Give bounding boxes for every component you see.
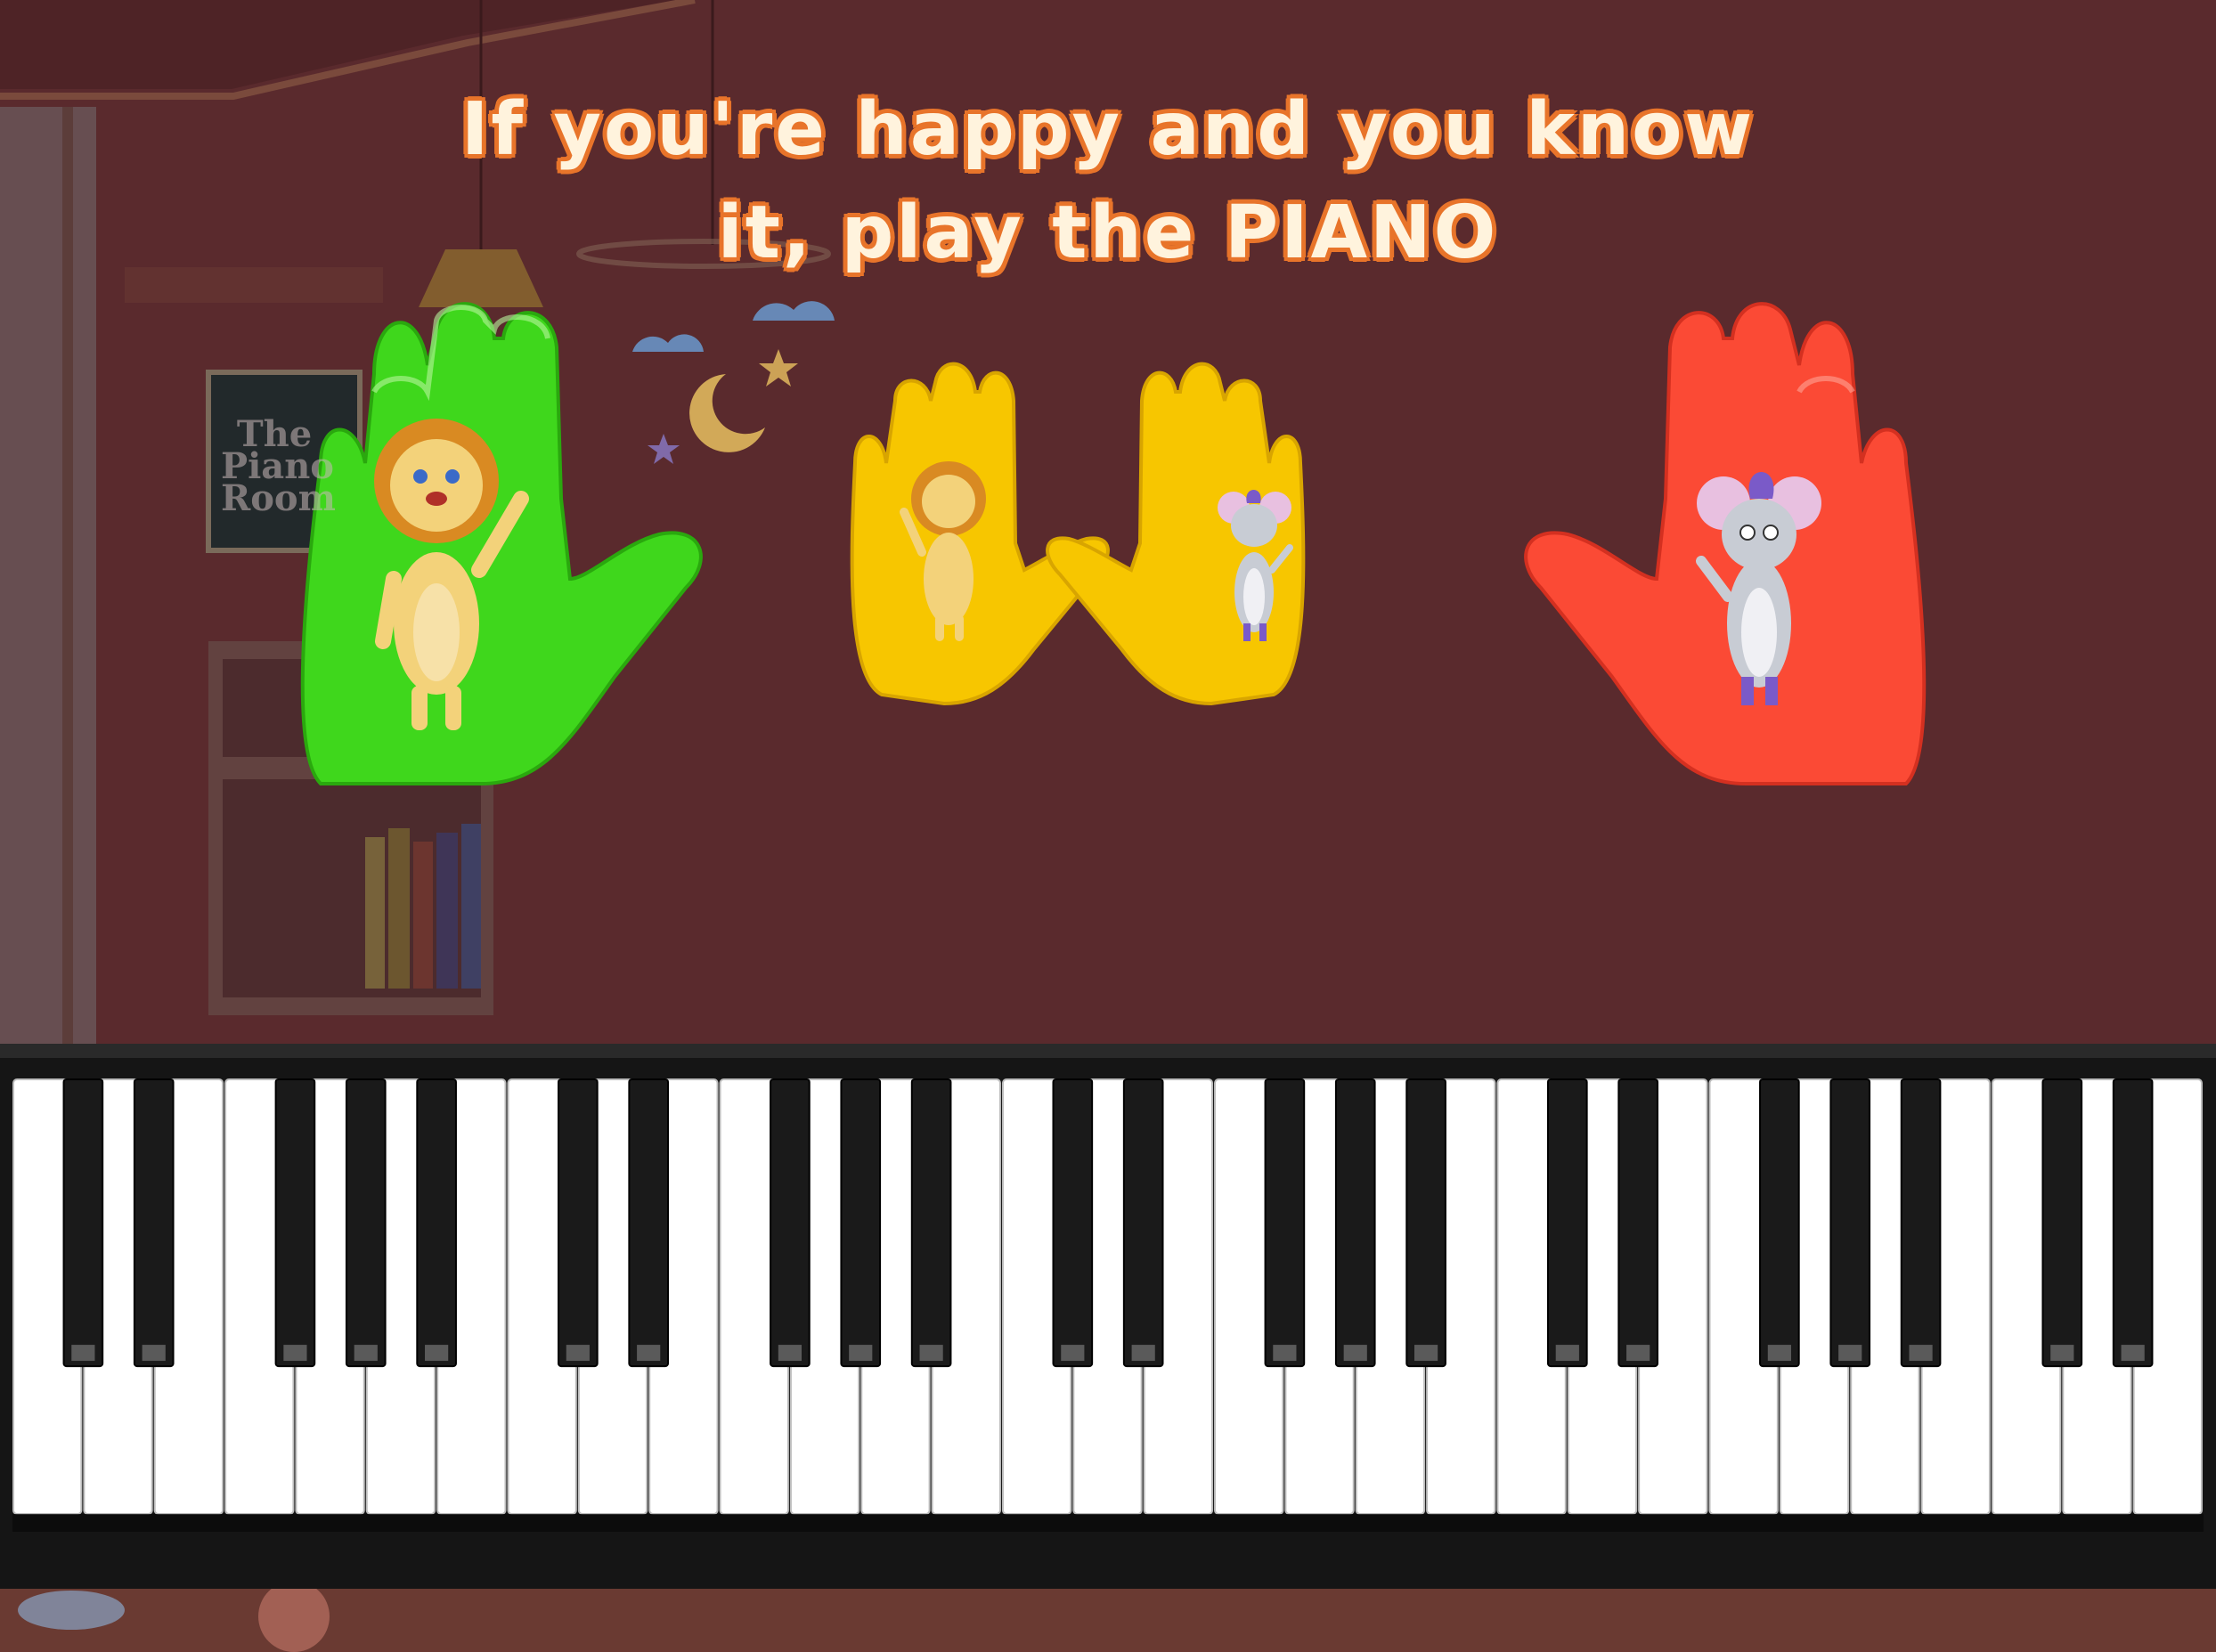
piano-black-key-highlight <box>1414 1345 1438 1362</box>
piano-black-key-highlight <box>1061 1345 1085 1362</box>
piano-black-key-highlight <box>283 1345 307 1362</box>
piano-frame-top <box>0 1044 2216 1058</box>
piano-black-key[interactable] <box>1122 1078 1164 1368</box>
piano-black-key[interactable] <box>2041 1078 2083 1368</box>
piano-black-key[interactable] <box>274 1078 316 1368</box>
piano-black-key[interactable] <box>345 1078 387 1368</box>
piano-black-key-highlight <box>71 1345 95 1362</box>
piano-black-key-highlight <box>1273 1345 1297 1362</box>
piano-black-key[interactable] <box>628 1078 670 1368</box>
piano-key-bed <box>12 1514 2204 1532</box>
piano-black-key[interactable] <box>840 1078 882 1368</box>
book <box>461 824 481 989</box>
lyric-line-2: it, play the PIANO <box>717 191 1499 275</box>
piano-black-key[interactable] <box>2112 1078 2154 1368</box>
book <box>413 842 433 989</box>
piano-black-key[interactable] <box>62 1078 104 1368</box>
piano-black-key[interactable] <box>1617 1078 1658 1368</box>
piano-black-key-highlight <box>425 1345 449 1362</box>
lyric-line-1: If you're happy and you know <box>460 87 1756 172</box>
piano-black-key-highlight <box>142 1345 166 1362</box>
piano-black-key[interactable] <box>558 1078 599 1368</box>
piano-black-key-highlight <box>637 1345 661 1362</box>
piano-black-key-highlight <box>566 1345 590 1362</box>
piano-black-key[interactable] <box>1264 1078 1306 1368</box>
piano-black-key-highlight <box>1343 1345 1367 1362</box>
piano-black-key-highlight <box>1131 1345 1155 1362</box>
piano-black-key-highlight <box>1838 1345 1862 1362</box>
piano-black-key[interactable] <box>1334 1078 1376 1368</box>
piano-black-key-highlight <box>2121 1345 2145 1362</box>
piano-black-key[interactable] <box>1900 1078 1942 1368</box>
piano-black-key-highlight <box>1626 1345 1650 1362</box>
piano-black-key[interactable] <box>1052 1078 1094 1368</box>
floor <box>0 1585 2216 1652</box>
book <box>365 837 385 989</box>
toy-ball <box>258 1581 330 1652</box>
piano-black-key[interactable] <box>416 1078 457 1368</box>
piano-black-key-highlight <box>1767 1345 1791 1362</box>
piano-black-key[interactable] <box>1759 1078 1800 1368</box>
piano-black-key-highlight <box>1555 1345 1579 1362</box>
piano-black-key[interactable] <box>133 1078 175 1368</box>
piano-black-key-highlight <box>919 1345 943 1362</box>
piano-black-key-highlight <box>778 1345 802 1362</box>
book <box>388 828 410 989</box>
piano-black-key-highlight <box>849 1345 873 1362</box>
piano-black-key[interactable] <box>1829 1078 1871 1368</box>
piano-black-key[interactable] <box>770 1078 811 1368</box>
piano-black-key-highlight <box>2050 1345 2074 1362</box>
lyric-caption: If you're happy and you know it, play th… <box>0 78 2216 285</box>
book <box>436 833 458 989</box>
toy-helicopter <box>18 1591 125 1630</box>
piano-keyboard <box>0 1044 2216 1589</box>
piano-black-key[interactable] <box>1405 1078 1446 1368</box>
piano-black-key-highlight <box>1909 1345 1933 1362</box>
piano-black-key[interactable] <box>910 1078 952 1368</box>
piano-black-key[interactable] <box>1546 1078 1588 1368</box>
poster-text: The Piano Room <box>221 413 336 519</box>
piano-black-key-highlight <box>354 1345 378 1362</box>
